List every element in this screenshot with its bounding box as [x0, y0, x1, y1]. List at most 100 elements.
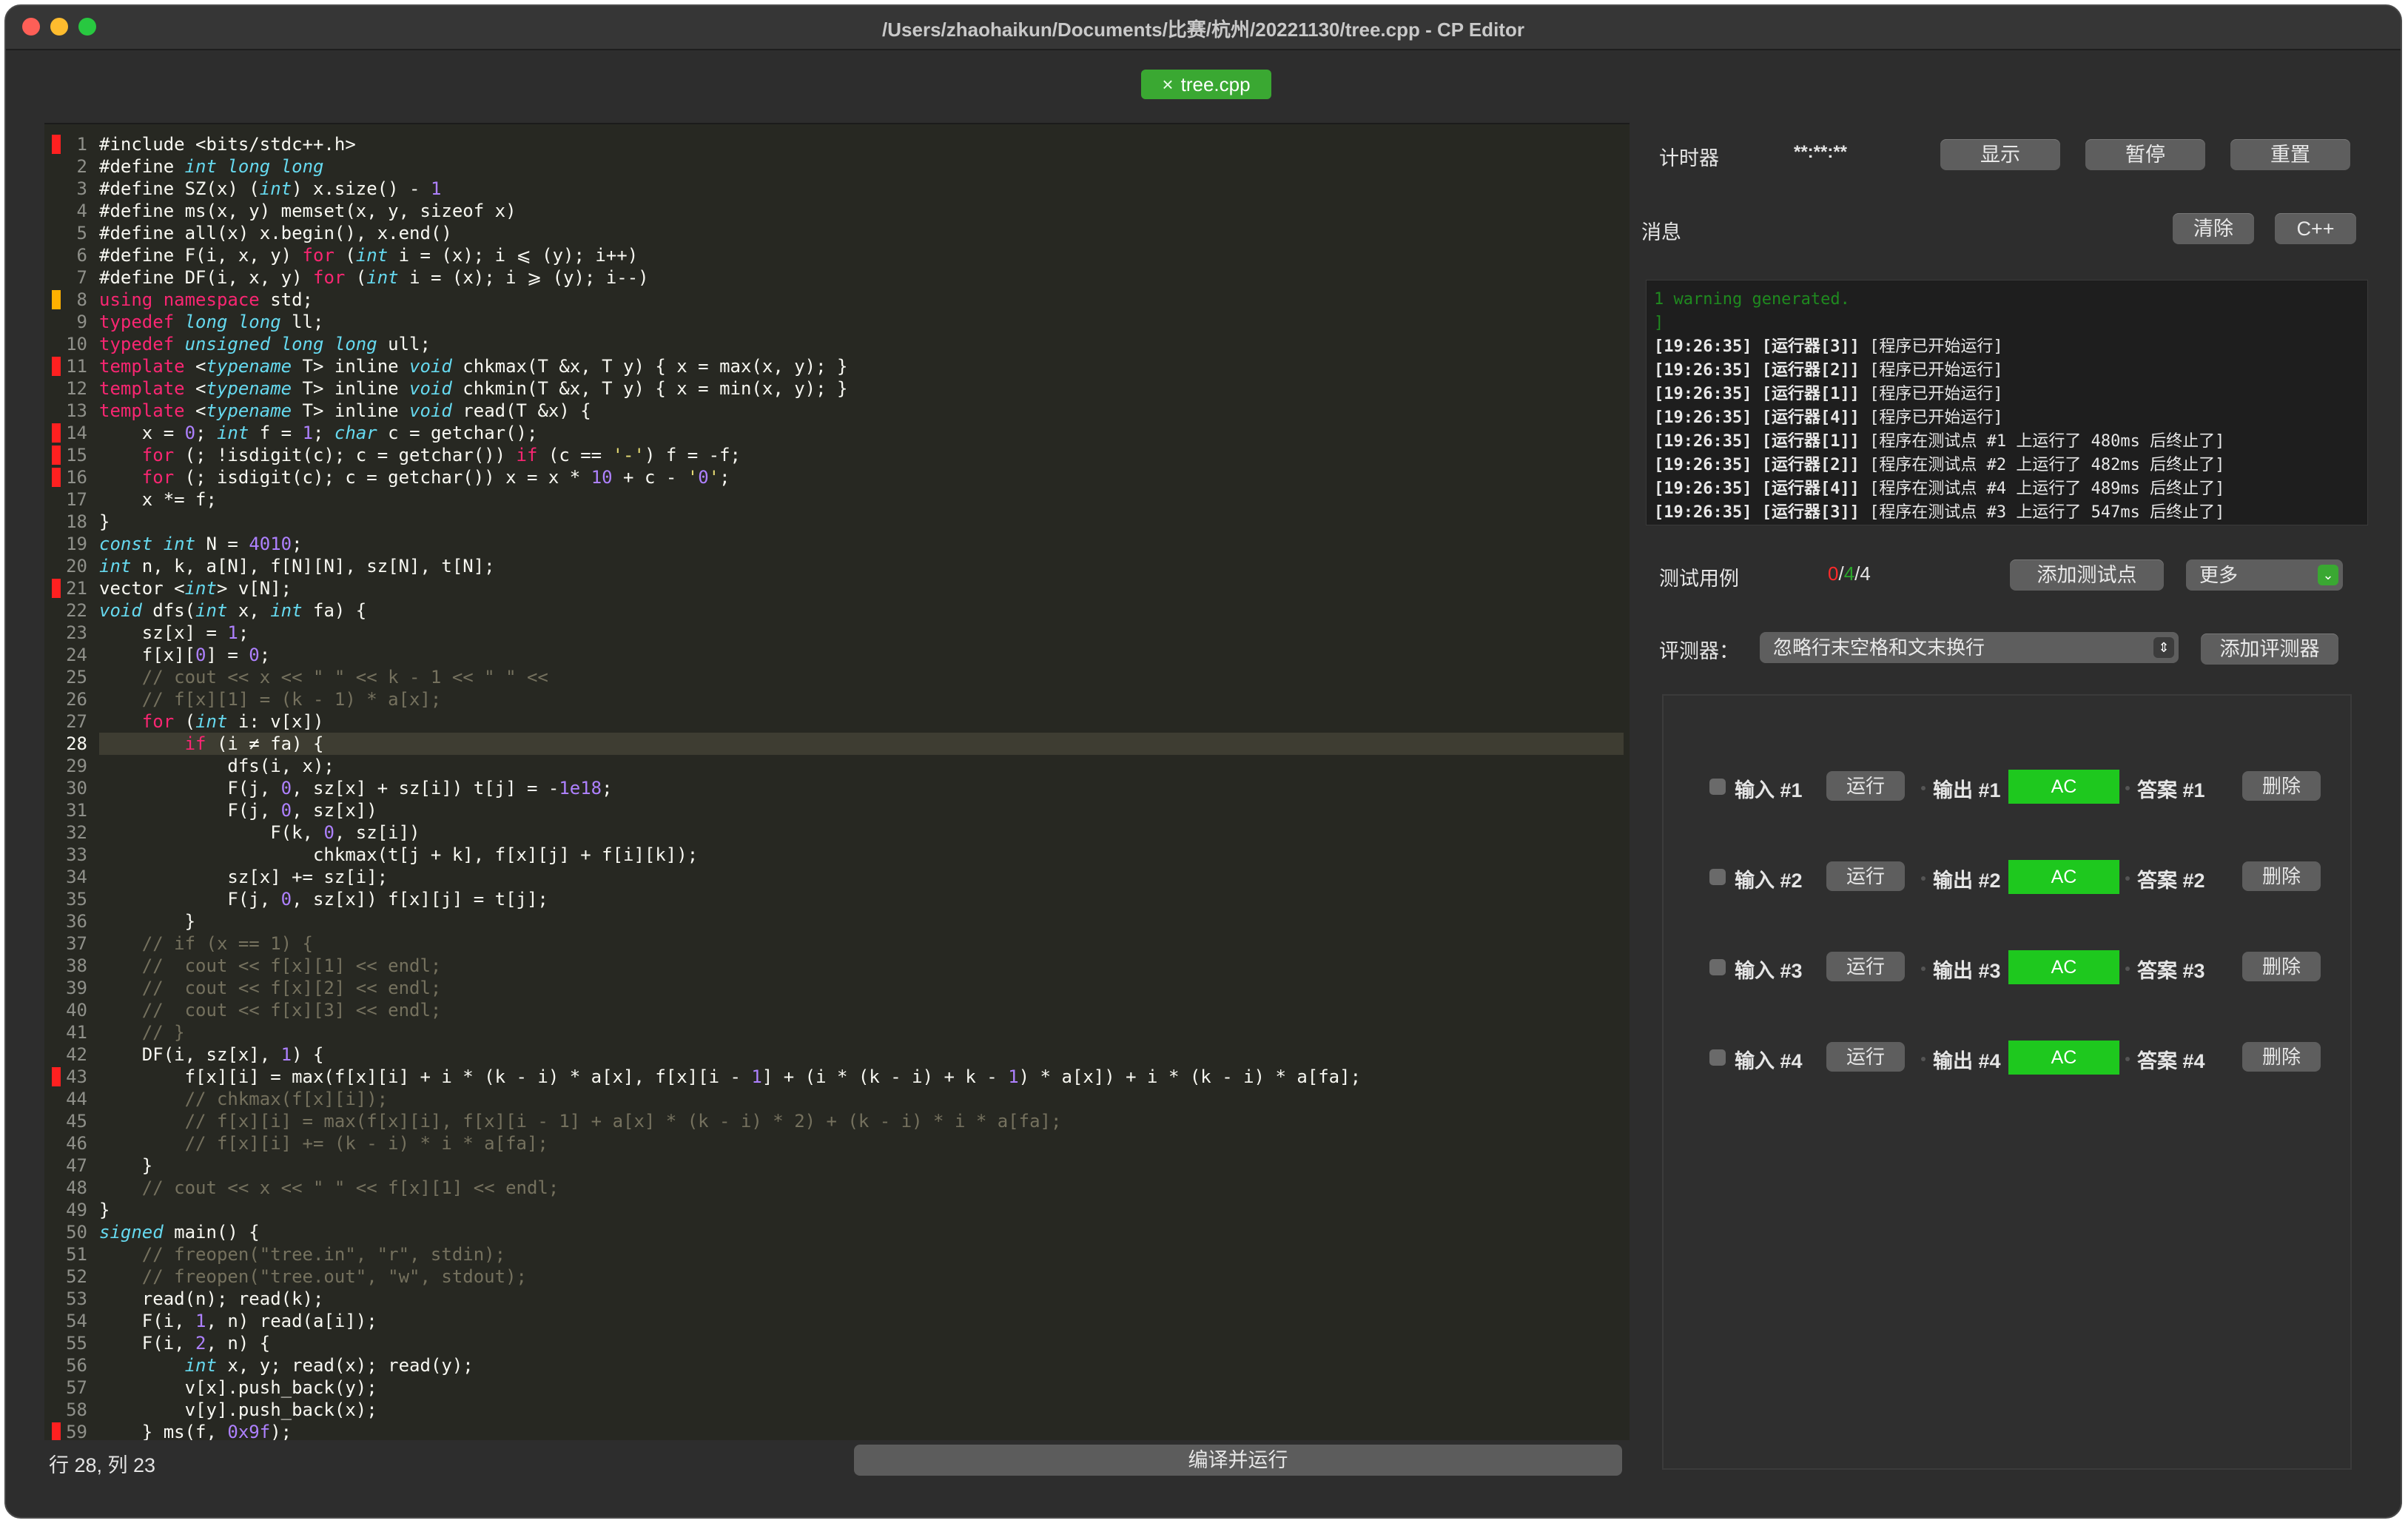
output-label[interactable]: 输出 #1 — [1933, 774, 2001, 803]
run-testcase-button[interactable]: 运行 — [1826, 1042, 1905, 1072]
code-line[interactable]: // } — [99, 1021, 1624, 1043]
code-line[interactable]: int x, y; read(x); read(y); — [99, 1354, 1624, 1377]
verdict-badge[interactable]: AC — [2008, 1041, 2119, 1075]
code-line[interactable]: // freopen("tree.in", "r", stdin); — [99, 1243, 1624, 1265]
code-line[interactable]: for (; !isdigit(c); c = getchar()) if (c… — [99, 444, 1624, 466]
code-line[interactable]: // cout << x << " " << k - 1 << " " << — [99, 666, 1624, 688]
code-line[interactable]: // chkmax(f[x][i]); — [99, 1088, 1624, 1110]
code-line[interactable]: #define ms(x, y) memset(x, y, sizeof x) — [99, 200, 1624, 222]
answer-label[interactable]: 答案 #2 — [2137, 864, 2205, 893]
add-testcase-button[interactable]: 添加测试点 — [2010, 559, 2164, 591]
code-editor[interactable]: 1 2 3 4 5 6 7 8 9 10 11 12 13 14 15 16 17 18 19 20 21 22 23 24 2… — [44, 123, 1630, 1440]
delete-testcase-button[interactable]: 删除 — [2242, 1042, 2321, 1072]
code-line[interactable]: #include <bits/stdc++.h> — [99, 133, 1624, 155]
run-testcase-button[interactable]: 运行 — [1826, 861, 1905, 891]
code-line[interactable]: int n, k, a[N], f[N][N], sz[N], t[N]; — [99, 555, 1624, 577]
code-line[interactable]: DF(i, sz[x], 1) { — [99, 1043, 1624, 1066]
input-checkbox[interactable] — [1709, 869, 1726, 885]
code-line[interactable]: x = 0; int f = 1; char c = getchar(); — [99, 422, 1624, 444]
code-line[interactable]: x *= f; — [99, 488, 1624, 511]
code-line[interactable]: // cout << f[x][3] << endl; — [99, 999, 1624, 1021]
code-line[interactable]: F(k, 0, sz[i]) — [99, 821, 1624, 844]
verdict-badge[interactable]: AC — [2008, 770, 2119, 804]
checker-select[interactable]: 忽略行末空格和文末换行 ⇕ — [1760, 632, 2179, 663]
code-line[interactable]: F(j, 0, sz[x]) — [99, 799, 1624, 821]
code-line[interactable]: // freopen("tree.out", "w", stdout); — [99, 1265, 1624, 1288]
delete-testcase-button[interactable]: 删除 — [2242, 861, 2321, 891]
add-checker-button[interactable]: 添加评测器 — [2201, 633, 2338, 665]
code-line[interactable]: template <typename T> inline void chkmin… — [99, 377, 1624, 400]
clear-messages-button[interactable]: 清除 — [2173, 213, 2254, 244]
code-line[interactable]: template <typename T> inline void chkmax… — [99, 355, 1624, 377]
code-line[interactable]: } — [99, 511, 1624, 533]
code-line[interactable]: // cout << f[x][1] << endl; — [99, 955, 1624, 977]
run-testcase-button[interactable]: 运行 — [1826, 952, 1905, 981]
code-line[interactable]: #define all(x) x.begin(), x.end() — [99, 222, 1624, 244]
answer-label[interactable]: 答案 #1 — [2137, 774, 2205, 803]
delete-testcase-button[interactable]: 删除 — [2242, 952, 2321, 981]
code-line[interactable]: } — [99, 1199, 1624, 1221]
diagnostic-marker[interactable] — [52, 357, 61, 376]
code-line[interactable]: F(i, 1, n) read(a[i]); — [99, 1310, 1624, 1332]
code-line[interactable]: // if (x == 1) { — [99, 932, 1624, 955]
code-line[interactable]: // cout << f[x][2] << endl; — [99, 977, 1624, 999]
code-line[interactable]: #define SZ(x) (int) x.size() - 1 — [99, 178, 1624, 200]
code-line[interactable]: // f[x][1] = (k - 1) * a[x]; — [99, 688, 1624, 710]
timer-pause-button[interactable]: 暂停 — [2085, 139, 2205, 170]
code-line[interactable]: f[x][0] = 0; — [99, 644, 1624, 666]
input-label[interactable]: 输入 #1 — [1735, 774, 1803, 803]
output-label[interactable]: 输出 #3 — [1933, 955, 2001, 984]
code-line[interactable]: // cout << x << " " << f[x][1] << endl; — [99, 1177, 1624, 1199]
tab-tree-cpp[interactable]: × tree.cpp — [1141, 70, 1271, 99]
code-line[interactable]: using namespace std; — [99, 289, 1624, 311]
code-line[interactable]: #define DF(i, x, y) for (int i = (x); i … — [99, 266, 1624, 289]
input-label[interactable]: 输入 #4 — [1735, 1045, 1803, 1074]
code-line[interactable]: typedef unsigned long long ull; — [99, 333, 1624, 355]
code-line[interactable]: F(i, 2, n) { — [99, 1332, 1624, 1354]
code-line[interactable]: const int N = 4010; — [99, 533, 1624, 555]
code-line[interactable]: for (int i: v[x]) — [99, 710, 1624, 733]
diagnostic-marker[interactable] — [52, 579, 61, 598]
code-line[interactable]: // f[x][i] += (k - i) * i * a[fa]; — [99, 1132, 1624, 1154]
message-console[interactable]: 1 warning generated.] [19:26:35] [运行器[3]]… — [1646, 280, 2368, 525]
diagnostic-marker[interactable] — [52, 423, 61, 443]
code-line[interactable]: void dfs(int x, int fa) { — [99, 599, 1624, 622]
diagnostic-marker[interactable] — [52, 446, 61, 465]
code-line[interactable]: chkmax(t[j + k], f[x][j] + f[i][k]); — [99, 844, 1624, 866]
code-line[interactable]: #define int long long — [99, 155, 1624, 178]
code-line[interactable]: } — [99, 1154, 1624, 1177]
verdict-badge[interactable]: AC — [2008, 860, 2119, 894]
code-line[interactable]: } ms(f, 0x9f); — [99, 1421, 1624, 1440]
answer-label[interactable]: 答案 #3 — [2137, 955, 2205, 984]
code-area[interactable]: #include <bits/stdc++.h> #define int long… — [99, 133, 1624, 1440]
diagnostic-marker[interactable] — [52, 1067, 61, 1086]
code-line[interactable]: sz[x] = 1; — [99, 622, 1624, 644]
code-line[interactable]: vector <int> v[N]; — [99, 577, 1624, 599]
input-checkbox[interactable] — [1709, 959, 1726, 975]
diagnostic-marker[interactable] — [52, 135, 61, 154]
code-line[interactable]: if (i ≠ fa) { — [99, 733, 1624, 755]
timer-reset-button[interactable]: 重置 — [2230, 139, 2350, 170]
code-line[interactable]: F(j, 0, sz[x]) f[x][j] = t[j]; — [99, 888, 1624, 910]
input-checkbox[interactable] — [1709, 779, 1726, 795]
code-line[interactable]: F(j, 0, sz[x] + sz[i]) t[j] = -1e18; — [99, 777, 1624, 799]
input-label[interactable]: 输入 #2 — [1735, 864, 1803, 893]
code-line[interactable]: #define F(i, x, y) for (int i = (x); i ⩽… — [99, 244, 1624, 266]
code-line[interactable]: dfs(i, x); — [99, 755, 1624, 777]
answer-label[interactable]: 答案 #4 — [2137, 1045, 2205, 1074]
code-line[interactable]: f[x][i] = max(f[x][i] + i * (k - i) * a[… — [99, 1066, 1624, 1088]
code-line[interactable]: read(n); read(k); — [99, 1288, 1624, 1310]
output-label[interactable]: 输出 #2 — [1933, 864, 2001, 893]
run-testcase-button[interactable]: 运行 — [1826, 771, 1905, 801]
code-line[interactable]: // f[x][i] = max(f[x][i], f[x][i - 1] + … — [99, 1110, 1624, 1132]
code-line[interactable]: template <typename T> inline void read(T… — [99, 400, 1624, 422]
verdict-badge[interactable]: AC — [2008, 950, 2119, 984]
more-dropdown[interactable]: 更多 ⌄ — [2186, 559, 2343, 591]
code-line[interactable]: v[x].push_back(y); — [99, 1377, 1624, 1399]
code-line[interactable]: signed main() { — [99, 1221, 1624, 1243]
compile-and-run-button[interactable]: 编译并运行 — [854, 1445, 1622, 1476]
language-button[interactable]: C++ — [2275, 213, 2356, 244]
diagnostic-marker[interactable] — [52, 290, 61, 309]
diagnostic-marker[interactable] — [52, 1422, 61, 1440]
timer-show-button[interactable]: 显示 — [1940, 139, 2060, 170]
